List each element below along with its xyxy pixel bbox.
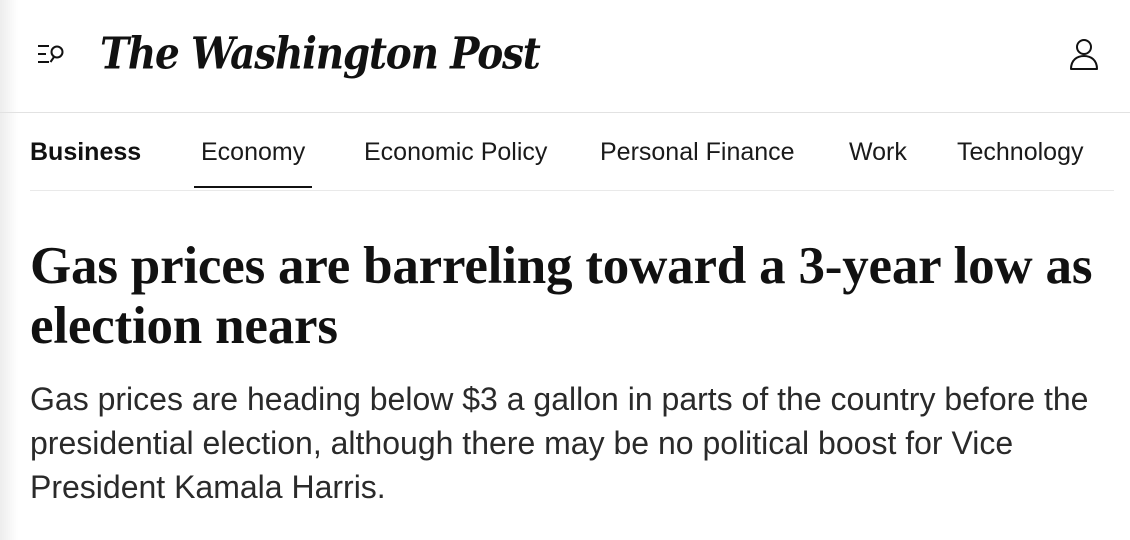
tab-work[interactable]: Work [849,113,907,188]
menu-search-button[interactable] [30,34,70,74]
account-button[interactable] [1064,34,1104,74]
masthead: The Washington Post [0,0,1130,113]
menu-search-icon [38,45,64,63]
user-icon [1070,39,1098,70]
section-nav: Business Economy Economic Policy Persona… [30,113,1114,191]
tab-economic-policy[interactable]: Economic Policy [364,113,547,188]
tab-technology[interactable]: Technology [957,113,1083,188]
section-title: Business [30,138,142,166]
tab-personal-finance[interactable]: Personal Finance [600,113,795,188]
article-dek: Gas prices are heading below $3 a gallon… [30,381,1089,505]
tab-economy[interactable]: Economy [194,113,313,188]
article-page: The Washington Post Business Economy Eco… [0,0,1130,540]
article-headline: Gas prices are barreling toward a 3-year… [30,237,1093,355]
wapo-logo[interactable]: The Washington Post [100,20,541,87]
